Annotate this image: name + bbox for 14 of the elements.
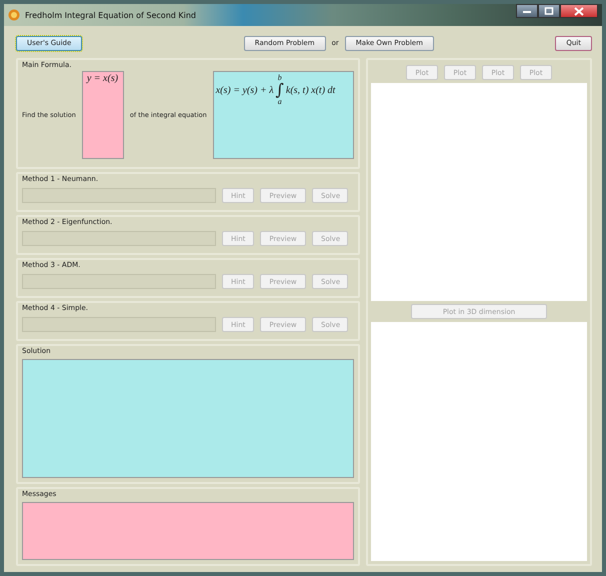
upper-limit: b <box>278 74 282 82</box>
lower-limit: a <box>278 98 282 106</box>
minimize-icon <box>522 8 532 14</box>
minimize-button[interactable] <box>516 4 538 18</box>
integral-sign: ∫ <box>276 82 284 98</box>
maximize-icon <box>544 7 554 15</box>
close-button[interactable] <box>560 4 598 18</box>
solution-formula: y = x(s) <box>86 73 118 84</box>
maximize-button[interactable] <box>538 4 560 18</box>
equation-rhs: k(s, t) x(t) dt <box>286 84 336 96</box>
window-title: Fredholm Integral Equation of Second Kind <box>25 10 196 20</box>
app-icon <box>8 9 20 21</box>
equation-lhs: x(s) = y(s) + λ <box>216 84 274 96</box>
close-icon <box>574 6 584 16</box>
